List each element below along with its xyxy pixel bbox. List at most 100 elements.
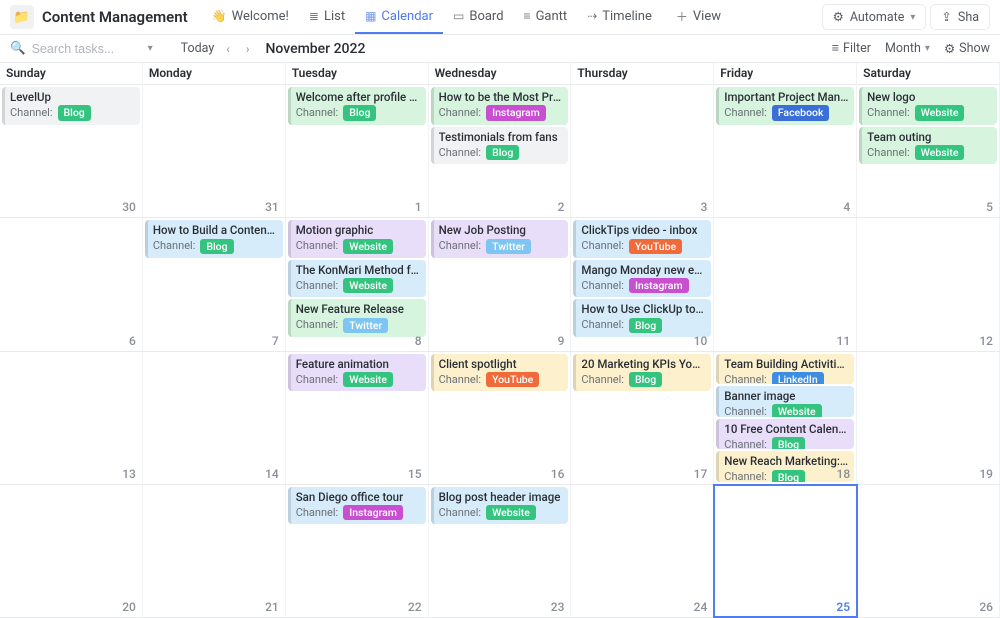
- calendar-event[interactable]: The KonMari Method for ProjectChannel:We…: [288, 260, 426, 298]
- channel-tag[interactable]: Instagram: [629, 278, 689, 293]
- calendar-event[interactable]: Important Project ManagementChannel:Face…: [716, 87, 854, 125]
- calendar-event[interactable]: How to Use ClickUp to SucceedChannel:Blo…: [573, 299, 711, 337]
- calendar-cell[interactable]: Client spotlightChannel:YouTube16: [429, 352, 572, 484]
- show-button[interactable]: ⚙ Show: [944, 41, 990, 57]
- channel-tag[interactable]: YouTube: [486, 372, 539, 387]
- calendar-cell[interactable]: 31: [143, 85, 286, 217]
- automate-button[interactable]: ⚙ Automate ▾: [822, 4, 927, 30]
- calendar-cell[interactable]: LevelUpChannel:Blog30: [0, 85, 143, 217]
- folder-icon[interactable]: 📁: [10, 5, 34, 29]
- calendar-event[interactable]: Team outingChannel:Website: [859, 127, 997, 165]
- calendar-cell[interactable]: San Diego office tourChannel:Instagram22: [286, 485, 429, 617]
- channel-tag[interactable]: Blog: [629, 318, 662, 333]
- channel-tag[interactable]: LinkedIn: [772, 372, 824, 384]
- calendar-event[interactable]: New logoChannel:Website: [859, 87, 997, 125]
- channel-tag[interactable]: Blog: [629, 372, 662, 387]
- calendar-cell[interactable]: 26: [857, 485, 1000, 617]
- calendar-event[interactable]: New Job PostingChannel:Twitter: [431, 220, 569, 258]
- calendar-cell[interactable]: 19: [857, 352, 1000, 484]
- calendar-cell[interactable]: New Job PostingChannel:Twitter9: [429, 218, 572, 350]
- channel-tag[interactable]: Facebook: [772, 105, 830, 120]
- calendar-cell[interactable]: New logoChannel:WebsiteTeam outingChanne…: [857, 85, 1000, 217]
- calendar-event[interactable]: New Feature ReleaseChannel:Twitter: [288, 299, 426, 337]
- calendar-cell[interactable]: 11: [714, 218, 857, 350]
- date-number: 7: [272, 334, 279, 348]
- calendar-cell[interactable]: Welcome after profile sign-upChannel:Blo…: [286, 85, 429, 217]
- channel-tag[interactable]: Website: [343, 239, 393, 254]
- calendar-cell[interactable]: 14: [143, 352, 286, 484]
- chevron-down-icon[interactable]: ▾: [148, 43, 153, 54]
- channel-tag[interactable]: Twitter: [486, 239, 531, 254]
- channel-tag[interactable]: Blog: [343, 105, 376, 120]
- calendar-event[interactable]: How to Build a Content CreationChannel:B…: [145, 220, 283, 258]
- calendar-cell[interactable]: ClickTips video - inboxChannel:YouTubeMa…: [571, 218, 714, 350]
- tab-calendar[interactable]: ▦Calendar: [355, 0, 443, 34]
- calendar-cell[interactable]: Motion graphicChannel:WebsiteThe KonMari…: [286, 218, 429, 350]
- channel-tag[interactable]: Blog: [200, 239, 233, 254]
- channel-tag[interactable]: Website: [772, 404, 822, 416]
- next-month-button[interactable]: ›: [242, 42, 254, 56]
- calendar-event[interactable]: Welcome after profile sign-upChannel:Blo…: [288, 87, 426, 125]
- channel-tag[interactable]: Instagram: [343, 505, 403, 520]
- calendar-cell[interactable]: 25: [714, 485, 857, 617]
- channel-tag[interactable]: Website: [915, 145, 965, 160]
- calendar-event[interactable]: Client spotlightChannel:YouTube: [431, 354, 569, 392]
- calendar-event[interactable]: San Diego office tourChannel:Instagram: [288, 487, 426, 525]
- day-header: Thursday: [571, 63, 714, 84]
- channel-tag[interactable]: Blog: [772, 437, 805, 449]
- date-number: 19: [979, 467, 993, 481]
- tab-list[interactable]: ≣List: [299, 0, 355, 34]
- calendar-event[interactable]: 20 Marketing KPIs You Need toChannel:Blo…: [573, 354, 711, 392]
- calendar-event[interactable]: Motion graphicChannel:Website: [288, 220, 426, 258]
- calendar-event[interactable]: Testimonials from fansChannel:Blog: [431, 127, 569, 165]
- calendar-cell[interactable]: 21: [143, 485, 286, 617]
- month-select[interactable]: Month ▾: [885, 41, 930, 56]
- calendar-cell[interactable]: Important Project ManagementChannel:Face…: [714, 85, 857, 217]
- month-label[interactable]: November 2022: [265, 41, 365, 57]
- channel-tag[interactable]: YouTube: [629, 239, 682, 254]
- tab-welcome[interactable]: 👋Welcome!: [202, 0, 299, 34]
- calendar-event[interactable]: How to be the Most ProductiveChannel:Ins…: [431, 87, 569, 125]
- calendar-cell[interactable]: How to Build a Content CreationChannel:B…: [143, 218, 286, 350]
- calendar-event[interactable]: LevelUpChannel:Blog: [2, 87, 140, 125]
- today-button[interactable]: Today: [181, 41, 215, 56]
- channel-tag[interactable]: Blog: [58, 105, 91, 120]
- channel-tag[interactable]: Website: [343, 278, 393, 293]
- calendar-event[interactable]: Mango Monday new employeeChannel:Instagr…: [573, 260, 711, 298]
- tab-board[interactable]: ▭Board: [443, 0, 514, 34]
- tab-timeline[interactable]: ⇢Timeline: [577, 0, 662, 34]
- channel-tag[interactable]: Blog: [772, 470, 805, 482]
- search-input[interactable]: [32, 42, 142, 56]
- calendar-event[interactable]: Team Building Activities: 25 ExChannel:L…: [716, 354, 854, 385]
- calendar-event[interactable]: ClickTips video - inboxChannel:YouTube: [573, 220, 711, 258]
- add-view-button[interactable]: ＋ View: [666, 8, 731, 27]
- calendar-cell[interactable]: 13: [0, 352, 143, 484]
- channel-tag[interactable]: Blog: [486, 145, 519, 160]
- calendar-cell[interactable]: Team Building Activities: 25 ExChannel:L…: [714, 352, 857, 484]
- calendar-cell[interactable]: 20: [0, 485, 143, 617]
- calendar-cell[interactable]: 3: [571, 85, 714, 217]
- calendar-event[interactable]: Blog post header imageChannel:Website: [431, 487, 569, 525]
- calendar-cell[interactable]: 24: [571, 485, 714, 617]
- calendar-event[interactable]: 10 Free Content Calendar TempChannel:Blo…: [716, 419, 854, 450]
- filter-button[interactable]: ≡ Filter: [832, 41, 871, 56]
- calendar-cell[interactable]: Feature animationChannel:Website15: [286, 352, 429, 484]
- channel-tag[interactable]: Website: [486, 505, 536, 520]
- calendar-cell[interactable]: How to be the Most ProductiveChannel:Ins…: [429, 85, 572, 217]
- channel-tag[interactable]: Twitter: [343, 318, 388, 333]
- calendar-cell[interactable]: Blog post header imageChannel:Website23: [429, 485, 572, 617]
- calendar-event[interactable]: Banner imageChannel:Website: [716, 386, 854, 417]
- channel-tag[interactable]: Website: [343, 372, 393, 387]
- calendar-cell[interactable]: 6: [0, 218, 143, 350]
- calendar-cell[interactable]: 12: [857, 218, 1000, 350]
- channel-tag[interactable]: Website: [915, 105, 965, 120]
- calendar-event[interactable]: Feature animationChannel:Website: [288, 354, 426, 392]
- event-title: Feature animation: [296, 357, 421, 371]
- calendar-cell[interactable]: 20 Marketing KPIs You Need toChannel:Blo…: [571, 352, 714, 484]
- calendar-event[interactable]: New Reach Marketing: How CliChannel:Blog: [716, 451, 854, 482]
- search-input-wrap[interactable]: 🔍 ▾: [10, 41, 153, 56]
- tab-gantt[interactable]: ≡Gantt: [514, 0, 578, 34]
- share-button[interactable]: ⇪ Sha: [930, 4, 990, 30]
- prev-month-button[interactable]: ‹: [222, 42, 234, 56]
- channel-tag[interactable]: Instagram: [486, 105, 546, 120]
